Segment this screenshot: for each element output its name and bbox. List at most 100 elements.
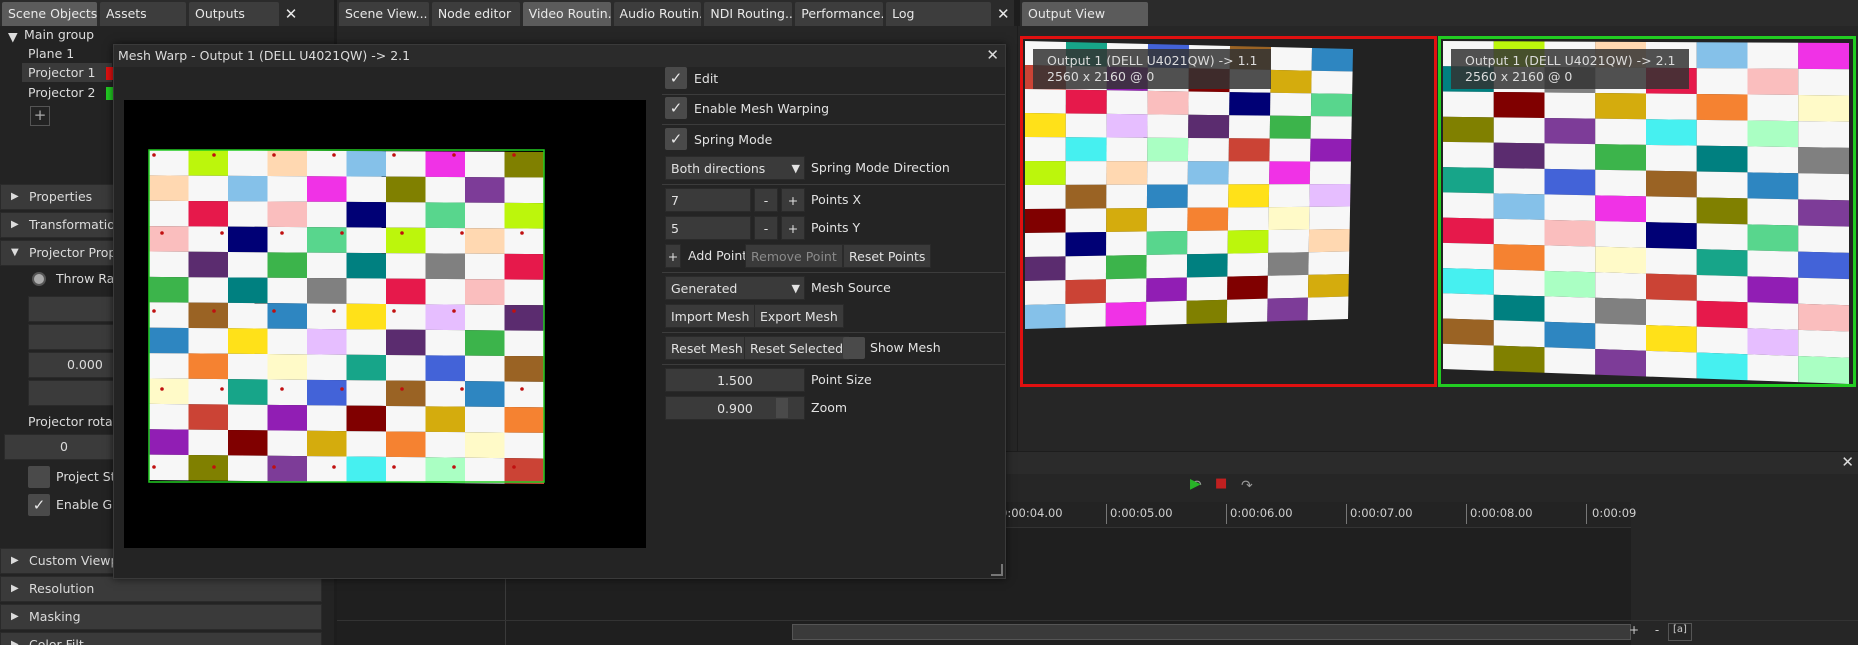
mesh-control-point[interactable] (340, 231, 344, 235)
points-x-increment[interactable]: + (781, 188, 805, 212)
edit-checkbox[interactable]: ✓ (665, 67, 687, 89)
divider (662, 184, 1005, 185)
mesh-control-point[interactable] (392, 153, 396, 157)
zoom-in-icon[interactable]: + (1623, 623, 1645, 641)
mesh-control-point[interactable] (160, 387, 164, 391)
mesh-control-point[interactable] (512, 309, 516, 313)
tab-outputs[interactable]: Outputs (189, 2, 279, 26)
points-y-decrement[interactable]: - (754, 216, 778, 240)
mesh-control-point[interactable] (452, 153, 456, 157)
mesh-control-point[interactable] (212, 153, 216, 157)
resize-grip-icon[interactable] (991, 564, 1003, 576)
group-expand-icon[interactable]: ▼ (8, 29, 18, 44)
mesh-control-point[interactable] (152, 153, 156, 157)
add-point-icon[interactable]: + (665, 244, 681, 268)
mesh-control-point[interactable] (152, 309, 156, 313)
export-mesh-button[interactable]: Export Mesh (754, 304, 844, 328)
section-masking[interactable]: ▶ Masking (0, 604, 322, 630)
close-timeline-icon[interactable]: ✕ (1841, 453, 1854, 471)
mesh-control-point[interactable] (400, 387, 404, 391)
tree-item-plane-1[interactable]: Plane 1 (28, 46, 74, 61)
mesh-control-point[interactable] (332, 309, 336, 313)
tab-audio-routing[interactable]: Audio Routin... (613, 2, 702, 26)
points-y-field[interactable]: 5 (665, 216, 751, 240)
zoom-fit-icon[interactable]: [a] (1668, 623, 1692, 641)
enable-mesh-warping-checkbox[interactable]: ✓ (665, 97, 687, 119)
tab-scene-objects[interactable]: Scene Objects... (2, 2, 97, 26)
reset-points-button[interactable]: Reset Points (843, 244, 932, 268)
mesh-control-point[interactable] (512, 465, 516, 469)
points-x-decrement[interactable]: - (754, 188, 778, 212)
show-mesh-checkbox[interactable] (843, 337, 865, 359)
mesh-control-point[interactable] (160, 231, 164, 235)
throw-ratio-radio[interactable] (32, 272, 46, 286)
close-left-dock-icon[interactable]: ✕ (282, 2, 300, 26)
play-icon[interactable]: ▶ (1190, 476, 1201, 492)
mesh-control-point[interactable] (512, 153, 516, 157)
mesh-control-point[interactable] (272, 465, 276, 469)
enable-global-checkbox[interactable]: ✓ (28, 494, 50, 516)
stop-icon[interactable]: ■ (1215, 476, 1227, 491)
add-object-button[interactable]: + (30, 106, 50, 126)
section-color-filter[interactable]: ▶ Color Filt (0, 632, 322, 645)
close-center-dock-icon[interactable]: ✕ (994, 2, 1012, 26)
tab-assets[interactable]: Assets (100, 2, 186, 26)
mesh-control-point[interactable] (392, 465, 396, 469)
tab-output-view[interactable]: Output View (1022, 2, 1148, 26)
main-group-label[interactable]: Main group (24, 27, 94, 42)
zoom-out-icon[interactable]: - (1646, 623, 1668, 641)
mesh-preview[interactable] (124, 100, 646, 548)
mesh-control-point[interactable] (460, 387, 464, 391)
mesh-control-point[interactable] (280, 231, 284, 235)
mesh-control-point[interactable] (520, 387, 524, 391)
import-mesh-button[interactable]: Import Mesh (665, 304, 756, 328)
grid-cell (465, 253, 505, 280)
grid-cell (1065, 302, 1106, 328)
tab-performance[interactable]: Performance... (795, 2, 884, 26)
mesh-control-point[interactable] (332, 153, 336, 157)
mesh-control-point[interactable] (272, 153, 276, 157)
mesh-control-point[interactable] (212, 309, 216, 313)
timeline-scrollbar[interactable] (792, 624, 1631, 640)
project-stereo-checkbox[interactable] (28, 466, 50, 488)
tab-log[interactable]: Log (886, 2, 992, 26)
tree-item-projector-2[interactable]: Projector 2 (28, 85, 95, 100)
mesh-control-point[interactable] (212, 465, 216, 469)
points-x-field[interactable]: 7 (665, 188, 751, 212)
mesh-control-point[interactable] (392, 309, 396, 313)
tab-scene-view[interactable]: Scene View... (339, 2, 429, 26)
spring-direction-select[interactable]: Both directions ▼ (665, 156, 805, 180)
mesh-control-point[interactable] (452, 465, 456, 469)
point-size-field[interactable]: 1.500 (665, 368, 805, 392)
zoom-slider-handle[interactable] (776, 398, 788, 418)
grid-cell (228, 226, 268, 253)
mesh-control-point[interactable] (520, 231, 524, 235)
mesh-control-point[interactable] (272, 309, 276, 313)
tab-ndi-routing[interactable]: NDI Routing... (704, 2, 793, 26)
mesh-control-point[interactable] (220, 387, 224, 391)
remove-point-button[interactable]: Remove Point (745, 244, 843, 268)
mesh-control-point[interactable] (460, 231, 464, 235)
tree-item-projector-1[interactable]: Projector 1 (28, 65, 95, 80)
reset-selected-button[interactable]: Reset Selected (744, 336, 850, 360)
forward-icon[interactable]: ↷ (1241, 478, 1253, 494)
output-1-frame[interactable]: Output 1 (DELL U4021QW) -> 1.1 2560 x 21… (1020, 36, 1437, 387)
add-point-button[interactable]: Add Point (688, 248, 747, 263)
mesh-control-point[interactable] (452, 309, 456, 313)
close-dialog-icon[interactable]: ✕ (986, 46, 999, 64)
rotation-x-field[interactable]: 0 (4, 434, 124, 460)
mesh-control-point[interactable] (152, 465, 156, 469)
spring-mode-checkbox[interactable]: ✓ (665, 128, 687, 150)
output-2-frame[interactable]: Output 1 (DELL U4021QW) -> 2.1 2560 x 21… (1438, 36, 1856, 387)
mesh-source-select[interactable]: Generated ▼ (665, 276, 805, 300)
mesh-control-point[interactable] (332, 465, 336, 469)
tab-node-editor[interactable]: Node editor (431, 2, 520, 26)
mesh-control-point[interactable] (220, 231, 224, 235)
mesh-control-point[interactable] (280, 387, 284, 391)
points-y-increment[interactable]: + (781, 216, 805, 240)
section-resolution[interactable]: ▶ Resolution (0, 576, 322, 602)
mesh-control-point[interactable] (340, 387, 344, 391)
mesh-control-point[interactable] (400, 231, 404, 235)
tab-video-routing[interactable]: Video Routin... (522, 2, 611, 26)
reset-mesh-button[interactable]: Reset Mesh (665, 336, 749, 360)
